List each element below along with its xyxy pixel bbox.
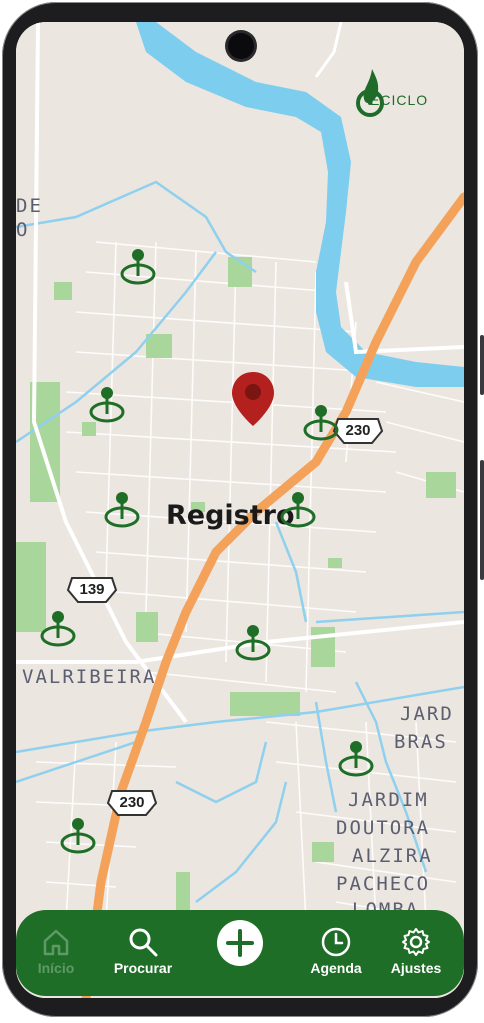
search-icon xyxy=(129,928,158,957)
highway-shield: 230 xyxy=(106,789,158,817)
current-location-pin[interactable] xyxy=(230,370,276,428)
nav-ajustes[interactable]: Ajustes xyxy=(376,910,456,996)
nav-inicio-label: Início xyxy=(37,960,75,976)
area-label-doutora: DOUTORA xyxy=(336,817,431,839)
area-label-alzira: ALZIRA xyxy=(352,845,433,867)
collection-point-pin[interactable] xyxy=(336,738,376,778)
gear-icon xyxy=(402,928,430,956)
plus-icon xyxy=(226,929,254,957)
add-button[interactable] xyxy=(217,920,263,966)
collection-point-pin[interactable] xyxy=(301,402,341,442)
nav-agenda-label: Agenda xyxy=(310,960,362,976)
area-label-jardim: JARDIM xyxy=(348,789,429,811)
area-label-o: O xyxy=(16,219,30,241)
volume-button xyxy=(480,335,484,395)
city-label: Registro xyxy=(166,500,295,531)
nav-agenda[interactable]: Agenda xyxy=(296,910,376,996)
eciclo-logo-text: ECICLO xyxy=(370,92,429,108)
collection-point-pin[interactable] xyxy=(38,608,78,648)
clock-icon xyxy=(321,927,351,957)
collection-point-pin[interactable] xyxy=(118,246,158,286)
collection-point-pin[interactable] xyxy=(58,815,98,855)
home-icon xyxy=(43,929,69,956)
nav-ajustes-label: Ajustes xyxy=(390,960,442,976)
nav-inicio[interactable]: Início xyxy=(16,910,96,996)
collection-point-pin[interactable] xyxy=(102,489,142,529)
highway-number: 139 xyxy=(79,581,105,598)
area-label-bras: BRAS xyxy=(394,731,448,753)
collection-point-pin[interactable] xyxy=(233,622,273,662)
highway-shield: 139 xyxy=(66,576,118,604)
nav-procurar[interactable]: Procurar xyxy=(103,910,183,996)
highway-number: 230 xyxy=(119,794,145,811)
phone-frame: ECICLO DE O VALRIBEIRA JARD BRAS JARDIM … xyxy=(0,0,484,1023)
power-button xyxy=(480,460,484,580)
front-camera xyxy=(228,33,254,59)
collection-point-pin[interactable] xyxy=(278,489,318,529)
nav-procurar-label: Procurar xyxy=(113,960,173,976)
area-label-valribeira: VALRIBEIRA xyxy=(22,666,157,688)
map-view[interactable]: ECICLO DE O VALRIBEIRA JARD BRAS JARDIM … xyxy=(16,22,464,998)
area-label-jard: JARD xyxy=(400,703,454,725)
eciclo-logo xyxy=(356,69,384,117)
collection-point-pin[interactable] xyxy=(87,384,127,424)
bottom-navigation: Início Procurar Agenda Ajustes xyxy=(16,910,464,996)
area-label-pacheco: PACHECO xyxy=(336,873,431,895)
